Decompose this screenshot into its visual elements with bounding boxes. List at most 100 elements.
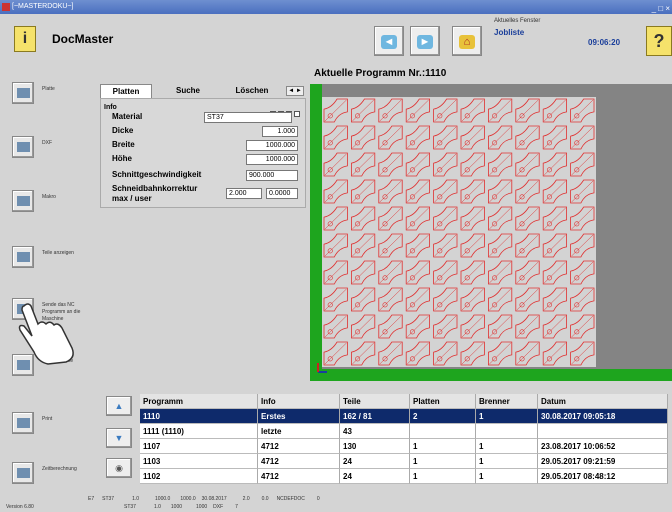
status-field: E7	[88, 496, 95, 502]
nested-part	[323, 125, 348, 150]
nested-part	[488, 341, 513, 366]
nested-part	[405, 341, 430, 366]
tab-platten[interactable]: Platten	[100, 84, 152, 98]
sidebar-item-dxf[interactable]: DXF	[6, 134, 96, 164]
table-row[interactable]: 1107 4712 130 1 1 23.08.2017 10:06:52	[140, 439, 668, 454]
cell-platten: 2	[410, 409, 476, 424]
col-programm[interactable]: Programm	[140, 394, 258, 409]
table-row[interactable]: 1103 4712 24 1 1 29.05.2017 09:21:59	[140, 454, 668, 469]
col-info[interactable]: Info	[258, 394, 340, 409]
nested-part	[378, 179, 403, 204]
tab-loeschen[interactable]: Löschen	[224, 84, 280, 98]
sidebar-item-makro[interactable]: Makro	[6, 188, 96, 218]
table-row[interactable]: 1110 Erstes 162 / 81 2 1 30.08.2017 09:0…	[140, 409, 668, 424]
nested-part	[351, 260, 376, 285]
nested-part	[378, 287, 403, 312]
cell-info: 4712	[258, 454, 340, 469]
cell-datum: 29.05.2017 09:21:59	[538, 454, 668, 469]
nested-part	[351, 287, 376, 312]
nested-part	[405, 314, 430, 339]
nested-part	[488, 314, 513, 339]
status-field: 1.0	[132, 496, 140, 502]
col-datum[interactable]: Datum	[538, 394, 668, 409]
table-row[interactable]: 1102 4712 24 1 1 29.05.2017 08:48:12	[140, 469, 668, 484]
nested-part	[433, 152, 458, 177]
material-field[interactable]: ST37	[204, 112, 292, 123]
dicke-field[interactable]: 1.000	[262, 126, 298, 137]
col-brenner[interactable]: Brenner	[476, 394, 538, 409]
window-titlebar: [~MASTERDOKU~] _ □ ×	[0, 0, 672, 14]
window-title: [~MASTERDOKU~]	[12, 3, 74, 10]
machine-frame-left	[310, 84, 322, 376]
nested-part	[570, 314, 595, 339]
status-field: ST37	[124, 504, 136, 510]
sidebar-item-label: Makro	[42, 194, 56, 200]
cell-datum: 23.08.2017 10:06:52	[538, 439, 668, 454]
nested-part	[542, 233, 567, 258]
help-button[interactable]: ?	[646, 26, 672, 56]
nested-part	[460, 206, 485, 231]
nested-part	[351, 98, 376, 123]
kerf-label: Schneidbahnkorrektur	[112, 184, 198, 193]
scroll-up-button[interactable]: ▲	[106, 396, 132, 416]
sidebar-item-label: Teile anzeigen	[42, 250, 74, 256]
time-calc-icon	[12, 462, 34, 484]
nested-part	[488, 179, 513, 204]
info-help-icon[interactable]: i	[14, 26, 36, 52]
breite-field[interactable]: 1000.000	[246, 140, 298, 151]
status-field: 7	[235, 504, 238, 510]
sidebar-item-label: DXF	[42, 140, 52, 146]
nested-part	[433, 125, 458, 150]
info-checkboxes[interactable]	[270, 104, 304, 117]
col-platten[interactable]: Platten	[410, 394, 476, 409]
nested-part	[460, 341, 485, 366]
sidebar-item-zeitberechnung[interactable]: Zeitberechnung	[6, 460, 96, 490]
cell-datum: 29.05.2017 08:48:12	[538, 469, 668, 484]
nested-part	[542, 314, 567, 339]
scroll-down-button[interactable]: ▼	[106, 428, 132, 448]
nested-part	[542, 179, 567, 204]
home-icon: ⌂	[459, 35, 475, 49]
nested-part	[542, 341, 567, 366]
tab-suche[interactable]: Suche	[162, 84, 214, 98]
nested-part	[405, 206, 430, 231]
col-teile[interactable]: Teile	[340, 394, 410, 409]
nested-part	[488, 260, 513, 285]
table-row[interactable]: 1111 (1110) letzte 43	[140, 424, 668, 439]
nested-part	[405, 260, 430, 285]
kerf-user-field[interactable]: 0.0000	[266, 188, 298, 199]
nested-part	[323, 233, 348, 258]
tab-scroll-arrows[interactable]: ◄ ►	[286, 86, 304, 96]
nested-part	[405, 125, 430, 150]
status-field: 1000	[196, 504, 208, 510]
sidebar-item-platte[interactable]: Platte	[6, 80, 96, 110]
status-field: 1.0	[153, 504, 161, 510]
kerf-max-field[interactable]: 2.000	[226, 188, 262, 199]
nested-part	[433, 206, 458, 231]
sidebar-item-teile-anzeigen[interactable]: Teile anzeigen	[6, 244, 96, 274]
current-window-value: Jobliste	[494, 28, 525, 37]
back-button[interactable]: ◄	[374, 26, 404, 56]
forward-button[interactable]: ►	[410, 26, 440, 56]
home-button[interactable]: ⌂	[452, 26, 482, 56]
macro-icon	[12, 190, 34, 212]
nested-part	[351, 341, 376, 366]
app-icon	[2, 3, 10, 11]
breite-label: Breite	[112, 140, 135, 149]
cell-teile: 24	[340, 454, 410, 469]
sidebar-item-print[interactable]: Print	[6, 410, 96, 440]
nested-part	[378, 260, 403, 285]
speed-label: Schnittgeschwindigkeit	[112, 170, 202, 179]
status-field: 0.0	[261, 496, 269, 502]
hoehe-field[interactable]: 1000.000	[246, 154, 298, 165]
speed-field[interactable]: 900.000	[246, 170, 298, 181]
cell-programm: 1111 (1110)	[140, 424, 258, 439]
nested-part	[488, 206, 513, 231]
nesting-grid	[323, 98, 595, 366]
preview-button[interactable]: ◉	[106, 458, 132, 478]
cell-info: letzte	[258, 424, 340, 439]
table-header: Programm Info Teile Platten Brenner Datu…	[140, 394, 668, 409]
cell-platten: 1	[410, 439, 476, 454]
cell-platten: 1	[410, 469, 476, 484]
nested-part	[405, 98, 430, 123]
